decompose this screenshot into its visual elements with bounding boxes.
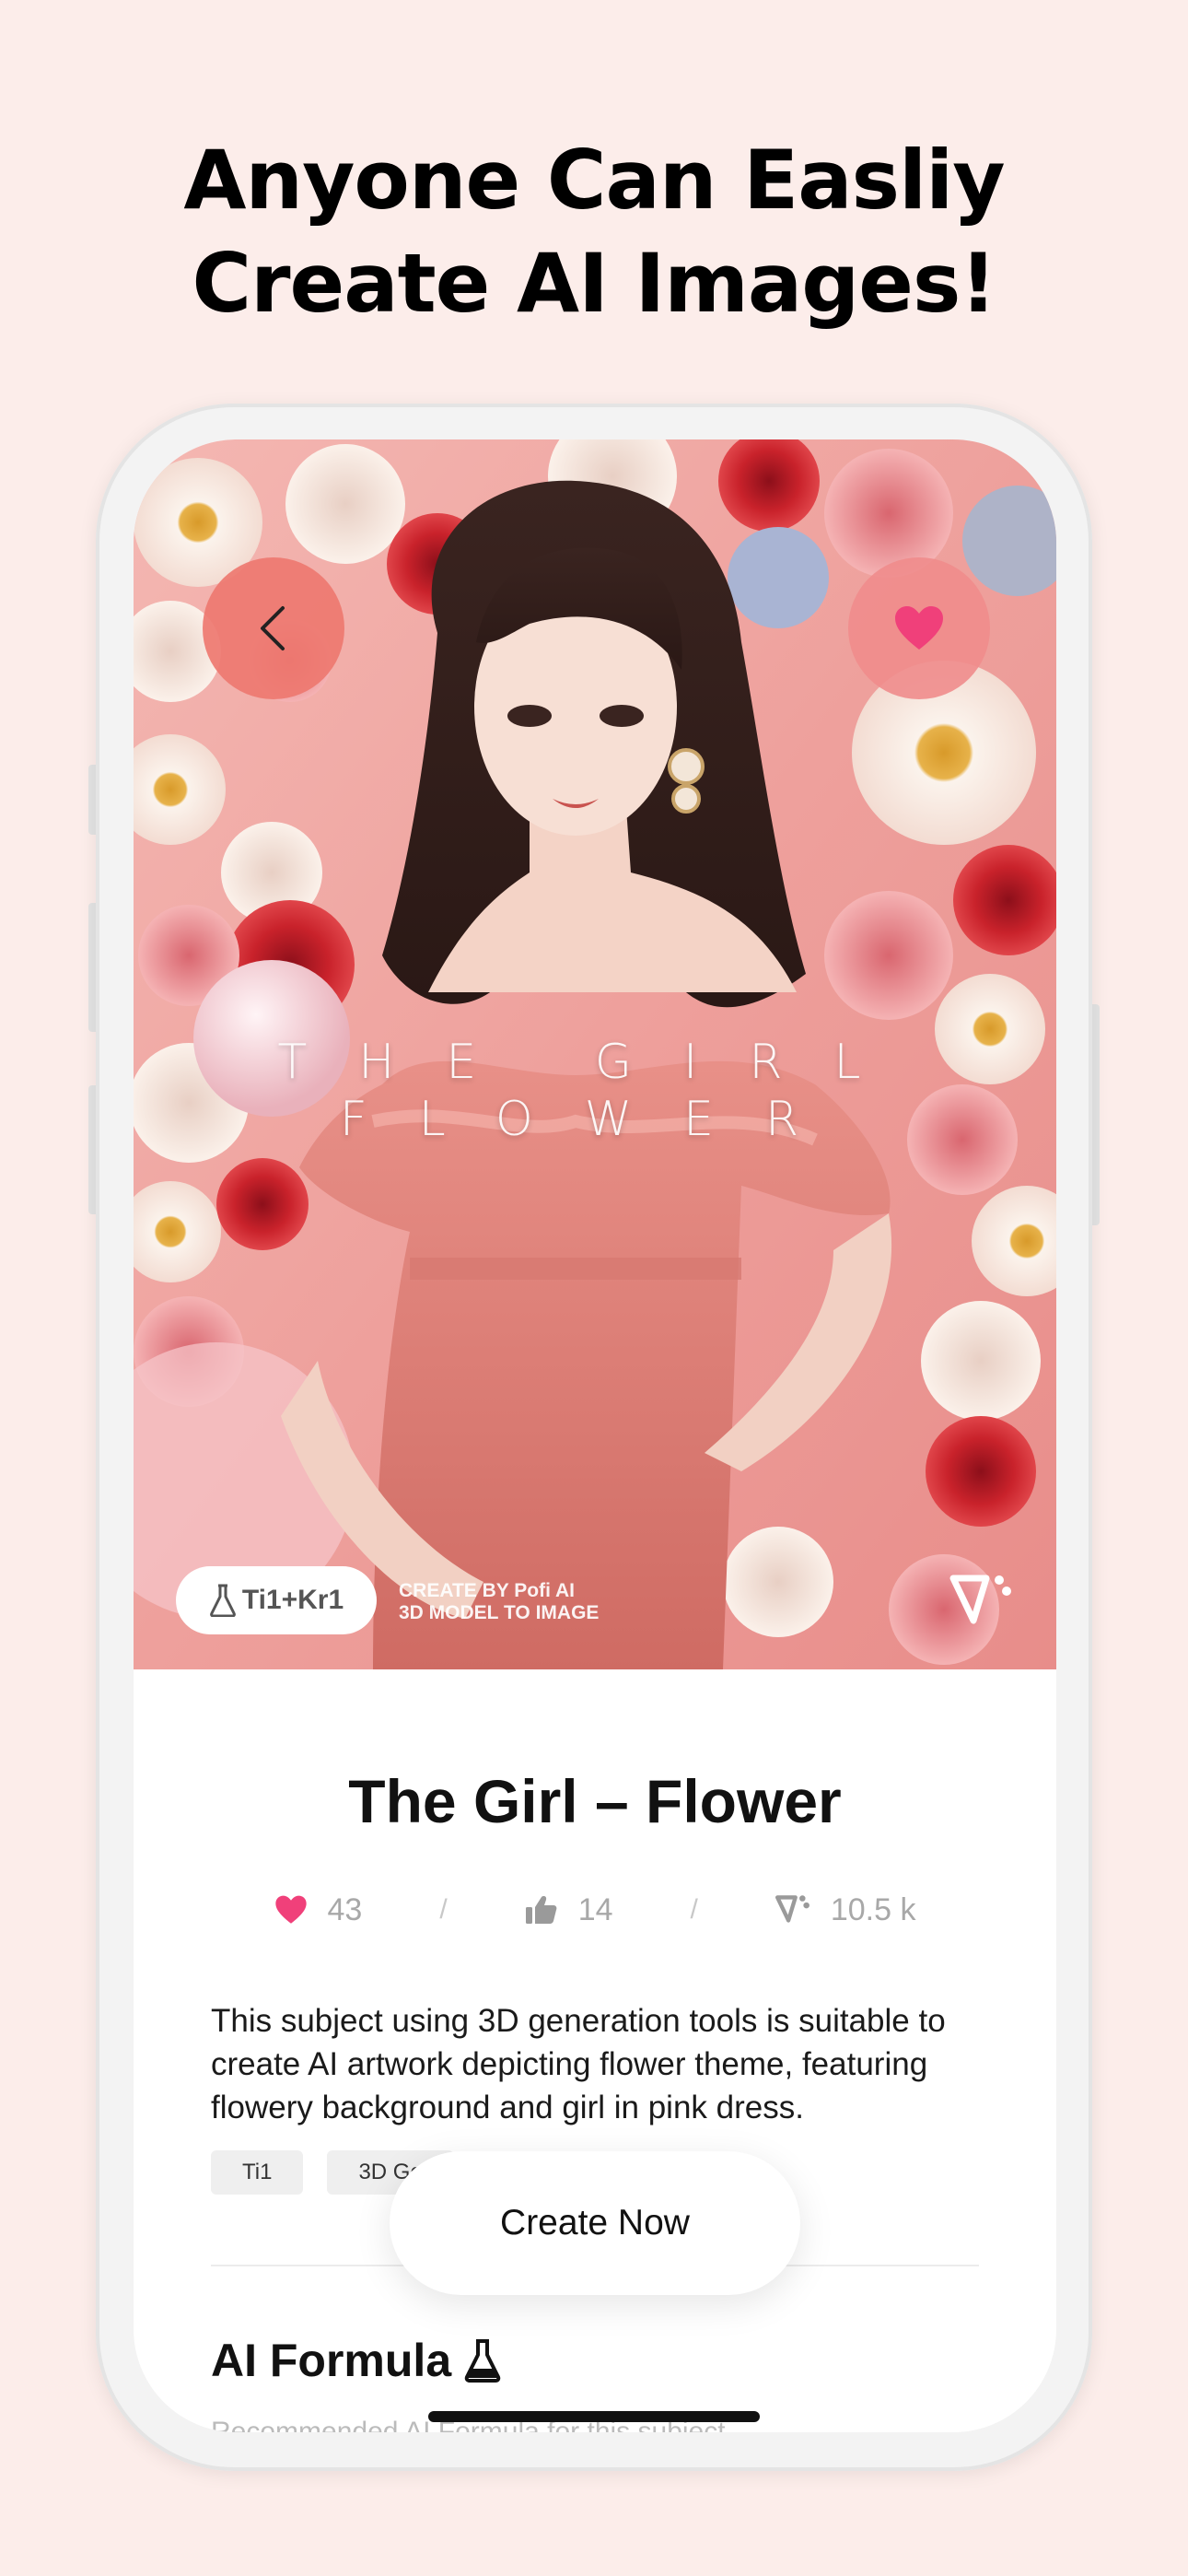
subject-description: This subject using 3D generation tools i… bbox=[211, 2003, 946, 2125]
flask-icon bbox=[464, 2339, 501, 2383]
phone-screen: THE GIRL FLOWER Ti1+Kr1 CREATE BY Pofi A… bbox=[134, 439, 1056, 2432]
create-now-button[interactable]: Create Now bbox=[390, 2151, 800, 2295]
formula-chip[interactable]: Ti1+Kr1 bbox=[176, 1566, 377, 1634]
formula-chip-label: Ti1+Kr1 bbox=[241, 1585, 344, 1615]
home-indicator[interactable] bbox=[428, 2411, 760, 2422]
phone-power-button bbox=[1092, 1004, 1100, 1225]
views-stat: 10.5 k bbox=[775, 1891, 916, 1928]
promo-headline-line2: Create AI Images! bbox=[192, 236, 997, 331]
tag-chip[interactable]: Ti1 bbox=[211, 2150, 304, 2195]
phone-silent-switch bbox=[88, 765, 96, 835]
phone-volume-up bbox=[88, 903, 96, 1032]
poster-credit-line1: CREATE BY Pofi AI bbox=[399, 1580, 575, 1601]
likes-count: 43 bbox=[327, 1891, 363, 1927]
heart-icon bbox=[274, 1895, 307, 1924]
poster-title-line1: THE GIRL bbox=[277, 1035, 913, 1090]
favorite-button[interactable] bbox=[848, 557, 990, 699]
pofi-logo-icon bbox=[949, 1575, 1011, 1624]
poster-credit-line2: 3D MODEL TO IMAGE bbox=[399, 1602, 600, 1623]
heart-icon bbox=[895, 606, 943, 650]
hero-image: THE GIRL FLOWER Ti1+Kr1 CREATE BY Pofi A… bbox=[134, 439, 1056, 1669]
thumbs-count: 14 bbox=[577, 1891, 613, 1927]
ai-formula-heading: AI Formula bbox=[211, 2334, 501, 2387]
phone-volume-down bbox=[88, 1085, 96, 1214]
poster-title: THE GIRL FLOWER bbox=[134, 1034, 1056, 1148]
ai-formula-title: AI Formula bbox=[211, 2335, 452, 2386]
poster-title-line2: FLOWER bbox=[339, 1092, 851, 1147]
stats-row: 43 / 14 / 10.5 k bbox=[134, 1882, 1056, 1938]
stats-separator: / bbox=[439, 1894, 448, 1925]
views-count: 10.5 k bbox=[830, 1891, 916, 1927]
stats-separator: / bbox=[690, 1894, 698, 1925]
thumbs-stat[interactable]: 14 bbox=[525, 1892, 613, 1928]
poster-credit: CREATE BY Pofi AI 3D MODEL TO IMAGE bbox=[399, 1580, 599, 1624]
promo-headline-line1: Anyone Can Easliy bbox=[183, 133, 1005, 228]
thumbs-up-icon bbox=[525, 1896, 557, 1924]
chevron-left-icon bbox=[261, 606, 285, 650]
promo-headline: Anyone Can Easliy Create AI Images! bbox=[0, 129, 1188, 335]
pofi-logo-icon bbox=[775, 1895, 809, 1923]
subject-title: The Girl – Flower bbox=[348, 1767, 842, 1835]
back-button[interactable] bbox=[203, 557, 344, 699]
flask-icon bbox=[209, 1584, 236, 1617]
likes-stat[interactable]: 43 bbox=[274, 1891, 363, 1928]
